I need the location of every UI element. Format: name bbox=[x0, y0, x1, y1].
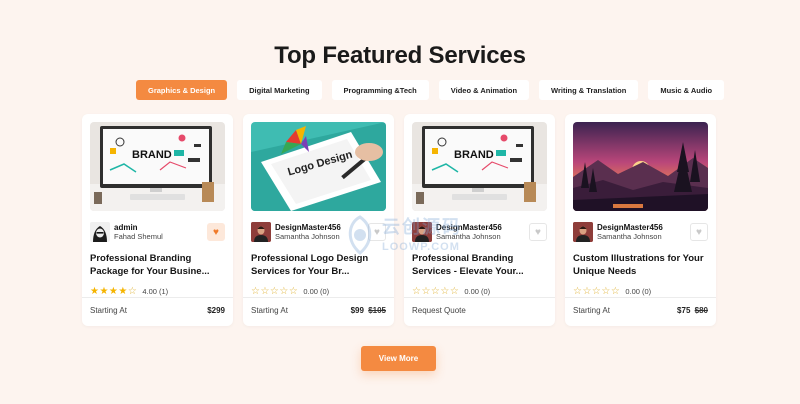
service-thumbnail[interactable]: Logo Design bbox=[251, 122, 386, 211]
divider bbox=[404, 297, 555, 298]
divider bbox=[82, 297, 233, 298]
star-rating-icon: ☆☆☆☆☆ bbox=[573, 285, 621, 297]
portrait-avatar bbox=[573, 222, 593, 242]
seller-info: admin Fahad Shemul ♥ bbox=[90, 221, 225, 243]
seller-name[interactable]: DesignMaster456 bbox=[436, 223, 502, 233]
divider bbox=[565, 297, 716, 298]
service-thumbnail[interactable]: BRAND bbox=[412, 122, 547, 211]
old-price: $105 bbox=[368, 306, 386, 315]
portrait-avatar bbox=[251, 222, 271, 242]
seller-fullname: Samantha Johnson bbox=[436, 232, 501, 242]
price: $75 bbox=[677, 306, 691, 315]
service-card[interactable]: DesignMaster456 Samantha Johnson ♥ Custo… bbox=[565, 114, 716, 326]
rating: ☆☆☆☆☆ 0.00 (0) bbox=[251, 285, 386, 297]
service-card[interactable]: Logo Design DesignMaster456 Samantha Joh… bbox=[243, 114, 394, 326]
star-rating-icon: ☆☆☆☆☆ bbox=[412, 285, 460, 297]
rating-text: 0.00 (0) bbox=[303, 286, 330, 296]
card-footer: Starting At $75 $80 bbox=[573, 306, 708, 315]
seller-name[interactable]: DesignMaster456 bbox=[275, 223, 341, 233]
star-rating-icon: ★★★★☆ bbox=[90, 285, 138, 297]
tab-graphics-design[interactable]: Graphics & Design bbox=[136, 80, 228, 100]
price-label: Starting At bbox=[573, 306, 610, 315]
svg-text:BRAND: BRAND bbox=[132, 149, 172, 161]
hacker-avatar bbox=[90, 222, 110, 242]
seller-fullname: Fahad Shemul bbox=[114, 232, 163, 242]
rating-text: 4.00 (1) bbox=[142, 286, 169, 296]
heart-icon[interactable]: ♥ bbox=[529, 223, 547, 241]
svg-text:BRAND: BRAND bbox=[454, 149, 494, 161]
seller-info: DesignMaster456 Samantha Johnson ♥ bbox=[251, 221, 386, 243]
service-thumbnail[interactable] bbox=[573, 122, 708, 211]
service-title[interactable]: Professional Logo Design Services for Yo… bbox=[251, 253, 386, 279]
card-footer: Request Quote bbox=[412, 306, 547, 315]
service-card[interactable]: BRAND bbox=[82, 114, 233, 326]
tab-music-audio[interactable]: Music & Audio bbox=[648, 80, 725, 100]
old-price: $80 bbox=[694, 306, 708, 315]
divider bbox=[243, 297, 394, 298]
service-title[interactable]: Professional Branding Services - Elevate… bbox=[412, 253, 547, 279]
price-label: Starting At bbox=[90, 306, 127, 315]
portrait-avatar bbox=[412, 222, 432, 242]
service-cards: BRAND admin Fahad Shemul ♥ Professional … bbox=[82, 114, 716, 326]
tab-video-animation[interactable]: Video & Animation bbox=[438, 80, 530, 100]
rating-text: 0.00 (0) bbox=[625, 286, 652, 296]
service-thumbnail[interactable]: BRAND bbox=[90, 122, 225, 211]
seller-info: DesignMaster456 Samantha Johnson ♥ bbox=[573, 221, 708, 243]
tab-digital-marketing[interactable]: Digital Marketing bbox=[237, 80, 322, 100]
tab-programming-tech[interactable]: Programming &Tech bbox=[331, 80, 429, 100]
card-footer: Starting At $299 bbox=[90, 306, 225, 315]
seller-fullname: Samantha Johnson bbox=[275, 232, 340, 242]
seller-info: DesignMaster456 Samantha Johnson ♥ bbox=[412, 221, 547, 243]
price: $299 bbox=[207, 306, 225, 315]
service-card[interactable]: BRAND bbox=[404, 114, 555, 326]
rating: ★★★★☆ 4.00 (1) bbox=[90, 285, 225, 297]
seller-fullname: Samantha Johnson bbox=[597, 232, 662, 242]
heart-icon[interactable]: ♥ bbox=[368, 223, 386, 241]
request-quote-label[interactable]: Request Quote bbox=[412, 306, 466, 315]
seller-name[interactable]: admin bbox=[114, 223, 163, 233]
price-label: Starting At bbox=[251, 306, 288, 315]
rating: ☆☆☆☆☆ 0.00 (0) bbox=[573, 285, 708, 297]
price: $99 bbox=[350, 306, 364, 315]
seller-name[interactable]: DesignMaster456 bbox=[597, 223, 663, 233]
heart-icon[interactable]: ♥ bbox=[207, 223, 225, 241]
heart-icon[interactable]: ♥ bbox=[690, 223, 708, 241]
section-title: Top Featured Services bbox=[274, 42, 526, 69]
star-rating-icon: ☆☆☆☆☆ bbox=[251, 285, 299, 297]
category-tabs: Graphics & Design Digital Marketing Prog… bbox=[136, 80, 725, 100]
view-more-button[interactable]: View More bbox=[361, 346, 436, 371]
tab-writing-translation[interactable]: Writing & Translation bbox=[539, 80, 639, 100]
card-footer: Starting At $99 $105 bbox=[251, 306, 386, 315]
service-title[interactable]: Custom Illustrations for Your Unique Nee… bbox=[573, 253, 708, 279]
rating-text: 0.00 (0) bbox=[464, 286, 491, 296]
service-title[interactable]: Professional Branding Package for Your B… bbox=[90, 253, 225, 279]
rating: ☆☆☆☆☆ 0.00 (0) bbox=[412, 285, 547, 297]
